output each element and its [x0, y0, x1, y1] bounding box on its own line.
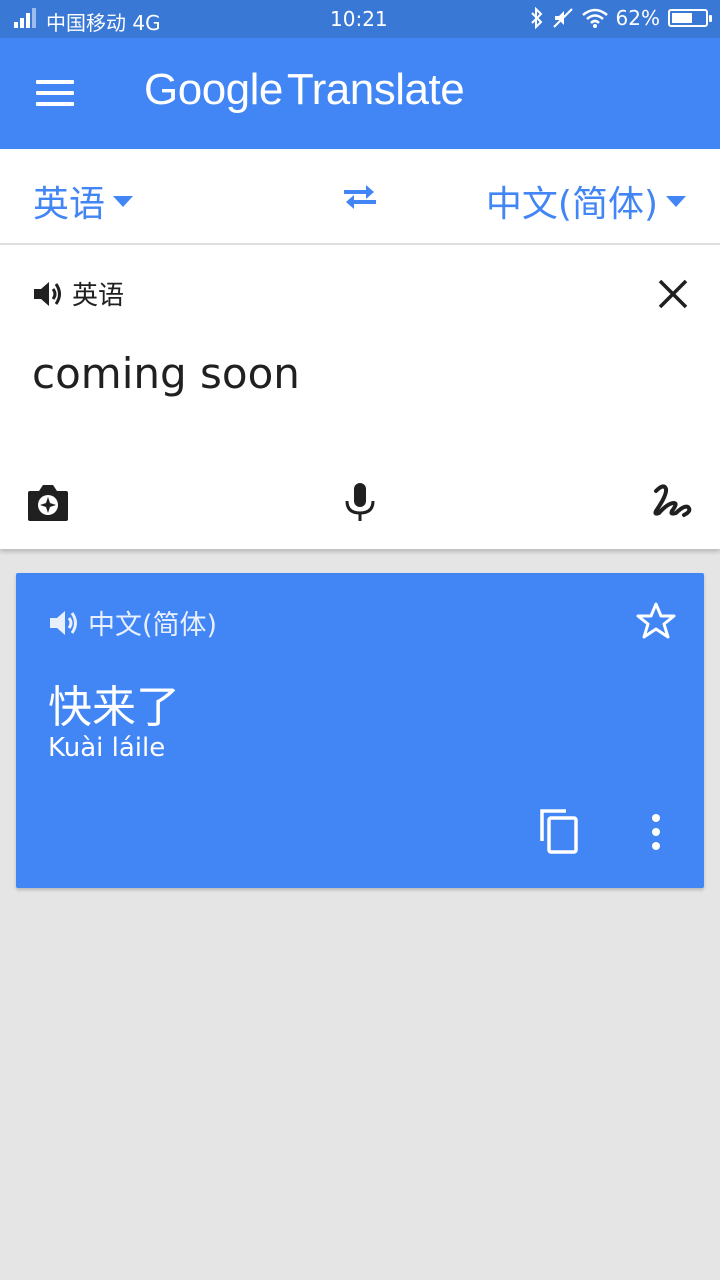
menu-icon[interactable] — [36, 80, 76, 110]
signal-icon — [14, 8, 36, 28]
app-bar: GoogleTranslate — [0, 38, 720, 149]
romanization-text: Kuài láile — [48, 733, 166, 763]
speaker-icon[interactable] — [48, 608, 80, 638]
app-title: GoogleTranslate — [144, 64, 465, 115]
battery-icon — [668, 9, 712, 27]
translated-text: 快来了 — [48, 682, 180, 733]
more-options-icon[interactable] — [646, 813, 666, 853]
dropdown-arrow-icon — [113, 195, 134, 207]
source-language-caption: 英语 — [72, 281, 125, 311]
app-title-translate: Translate — [286, 65, 465, 114]
copy-icon[interactable] — [538, 807, 580, 855]
target-language-label: 中文(简体) — [485, 184, 658, 225]
language-bar: 英语 中文(简体) — [0, 149, 720, 245]
app-title-google: Google — [144, 65, 283, 114]
swap-languages-icon[interactable] — [340, 177, 380, 217]
dropdown-arrow-icon — [666, 195, 686, 207]
target-speak-row[interactable]: 中文(简体) — [48, 603, 217, 642]
source-language-label: 英语 — [33, 184, 106, 225]
wifi-icon — [581, 8, 608, 28]
battery-percent: 62% — [615, 6, 660, 30]
clock: 10:21 — [330, 7, 388, 31]
mute-icon — [552, 8, 573, 28]
source-language-selector[interactable]: 英语 — [33, 175, 134, 227]
target-language-caption: 中文(简体) — [88, 610, 218, 641]
input-panel: 英语 coming soon — [0, 245, 720, 549]
camera-icon[interactable] — [26, 483, 70, 523]
source-text-input[interactable]: coming soon — [32, 349, 300, 398]
status-bar: 中国移动 4G 10:21 62% — [0, 0, 720, 38]
battery-fill — [672, 13, 692, 23]
close-icon[interactable] — [656, 277, 690, 311]
microphone-icon[interactable] — [342, 481, 378, 523]
status-right: 62% — [530, 6, 712, 30]
speaker-icon[interactable] — [32, 279, 64, 309]
bluetooth-icon — [530, 7, 542, 29]
source-speak-row[interactable]: 英语 — [32, 275, 124, 312]
translation-card: 中文(简体) 快来了 Kuài láile — [16, 573, 704, 888]
star-icon[interactable] — [636, 601, 676, 641]
carrier-label: 中国移动 4G — [46, 11, 161, 35]
target-language-selector[interactable]: 中文(简体) — [486, 175, 686, 227]
handwriting-icon[interactable] — [650, 481, 694, 521]
